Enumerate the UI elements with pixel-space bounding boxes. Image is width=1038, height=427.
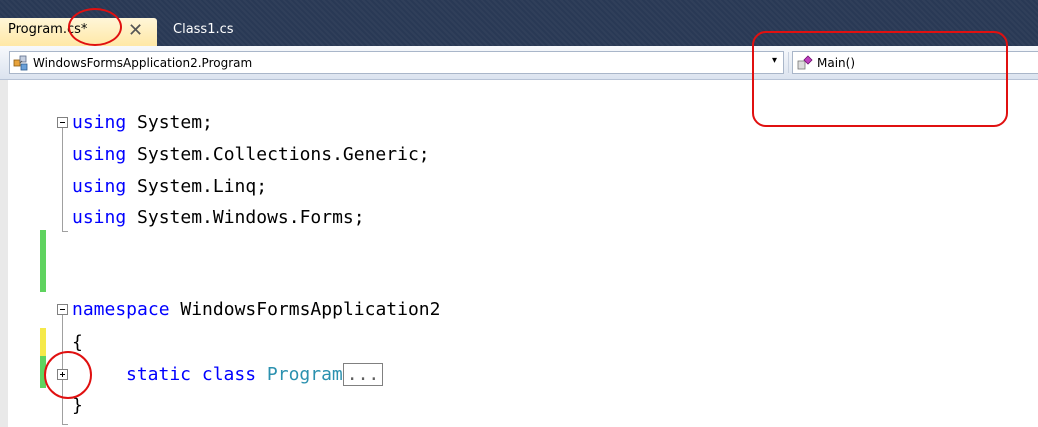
keyword: using [72,176,127,197]
change-indicator-saved [40,230,46,292]
code-line[interactable]: using System.Linq; [72,172,267,202]
code-text: { [72,332,83,353]
code-line[interactable]: using System; [72,108,213,138]
close-icon[interactable]: ✕ [128,22,143,40]
outline-guide [62,128,63,232]
annotation-circle-expand [44,351,92,399]
tab-class1-cs[interactable]: Class1.cs [165,18,255,46]
code-line[interactable]: namespace WindowsFormsApplication2 [72,295,440,325]
type-dropdown[interactable]: WindowsFormsApplication2.Program ▾ [9,51,784,74]
code-line[interactable]: static class Program... [126,360,384,390]
code-text: System.Collections.Generic; [126,144,430,165]
code-text: System.Linq; [126,176,268,197]
outline-guide [62,231,68,232]
code-editor[interactable]: using System; using System.Collections.G… [0,80,1038,427]
code-text: System.Windows.Forms; [126,207,365,228]
keyword: static class [126,364,257,385]
type-name: Program [266,364,343,385]
tab-label: Class1.cs [173,22,234,37]
change-indicator-unsaved [40,328,46,356]
collapse-minus-icon[interactable] [57,304,68,315]
code-text: System; [126,112,213,133]
annotation-circle-tab [68,8,122,46]
collapsed-region[interactable]: ... [342,363,384,386]
keyword: using [72,207,127,228]
type-dropdown-value: WindowsFormsApplication2.Program [33,56,253,70]
class-icon [13,55,28,71]
outline-guide [62,424,68,425]
keyword: namespace [72,299,170,320]
annotation-rect-member [752,31,1008,127]
code-text: WindowsFormsApplication2 [169,299,441,320]
collapse-minus-icon[interactable] [57,117,68,128]
keyword: using [72,144,127,165]
indicator-margin [0,80,8,427]
keyword: using [72,112,127,133]
code-line[interactable]: using System.Windows.Forms; [72,203,365,233]
code-line[interactable]: using System.Collections.Generic; [72,140,430,170]
